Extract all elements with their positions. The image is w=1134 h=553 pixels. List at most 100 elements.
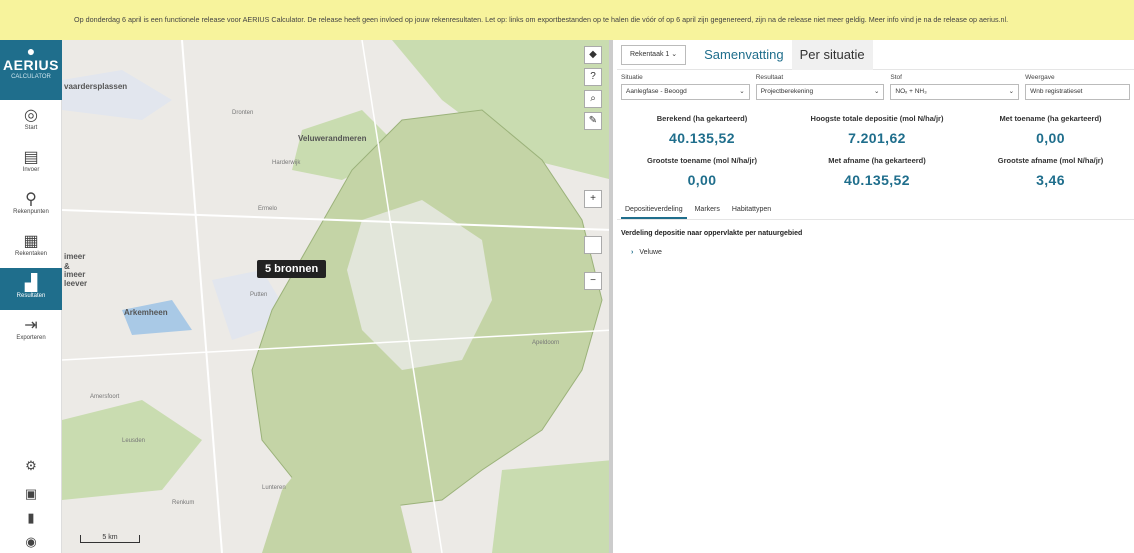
tree-item-veluwe[interactable]: › Veluwe <box>617 249 1134 256</box>
start-icon: ◎ <box>24 107 38 124</box>
stat-label: Grootste afname (mol N/ha/jr) <box>997 156 1104 165</box>
nav-label: Resultaten <box>16 293 46 299</box>
summary-stats: Berekend (ha gekarteerd) 40.135,52 Hoogst… <box>617 114 1134 198</box>
nav-label: Rekenpunten <box>13 209 49 215</box>
map-label: Renkum <box>172 500 195 506</box>
map-label: Leusden <box>122 438 146 444</box>
stat-grootste-afname: Grootste afname (mol N/ha/jr) 3,46 <box>967 156 1134 188</box>
zoom-out-button[interactable]: − <box>584 272 602 290</box>
tab-per-situatie[interactable]: Per situatie <box>791 39 873 70</box>
filter-weergave: Weergave Wnb registratieset <box>1025 74 1130 100</box>
chevron-down-icon: ⌄ <box>739 88 745 95</box>
nav-label: Start <box>24 125 38 131</box>
map-label: vaardersplassen <box>64 82 128 91</box>
settings-gear-icon[interactable]: ⚙ <box>0 458 62 474</box>
nav-rekenpunten[interactable]: ⚲ Rekenpunten <box>0 184 62 226</box>
stat-value: 0,00 <box>687 172 717 188</box>
scale-bar: 5 km <box>80 534 140 543</box>
map-label: Ermelo <box>258 206 278 212</box>
zoom-in-button[interactable]: + <box>584 190 602 208</box>
map-label: Harderwijk <box>272 160 301 166</box>
stof-select[interactable]: NOₓ + NH₃ ⌄ <box>890 84 1020 100</box>
map-label: Lunteren <box>262 485 286 491</box>
situatie-select[interactable]: Aanlegfase - Beoogd ⌄ <box>621 84 750 100</box>
stat-grootste-toename: Grootste toename (mol N/ha/jr) 0,00 <box>617 156 787 188</box>
select-value: Aanlegfase - Beoogd <box>626 88 687 95</box>
chevron-down-icon: ⌄ <box>873 88 880 95</box>
map-label: Apeldoorn <box>532 340 560 346</box>
filter-label: Stof <box>890 74 902 81</box>
filter-bar: Situatie Aanlegfase - Beoogd ⌄ Resultaat … <box>617 70 1134 100</box>
screen-icon[interactable]: ▣ <box>0 486 62 502</box>
nav-exporteren[interactable]: ⇥ Exporteren <box>0 310 62 352</box>
weergave-select[interactable]: Wnb registratieset <box>1025 84 1130 100</box>
subtab-habitattypen[interactable]: Habitattypen <box>728 202 775 219</box>
measure-ruler-icon[interactable]: ✎ <box>584 112 602 130</box>
results-chart-icon: ▟ <box>24 275 38 292</box>
rekentaak-value: Rekentaak 1 <box>630 50 670 58</box>
stat-berekend: Berekend (ha gekarteerd) 40.135,52 <box>617 114 787 146</box>
logo-drop-icon: ● <box>26 43 36 59</box>
chevron-down-icon: ⌄ <box>1008 88 1015 95</box>
nav-invoer[interactable]: ▤ Invoer <box>0 142 62 184</box>
stat-value: 7.201,62 <box>848 130 906 146</box>
aerius-logo[interactable]: ● AERIUS CALCULATOR <box>0 40 62 100</box>
subtab-markers[interactable]: Markers <box>691 202 724 219</box>
nav-resultaten[interactable]: ▟ Resultaten <box>0 268 62 310</box>
nav-rekentaken[interactable]: ▦ Rekentaken <box>0 226 62 268</box>
zoom-slider[interactable] <box>584 236 602 254</box>
filter-situatie: Situatie Aanlegfase - Beoogd ⌄ <box>621 74 750 100</box>
filter-label: Resultaat <box>755 74 784 81</box>
select-value: Projectberekening <box>760 88 814 95</box>
calculator-icon: ▦ <box>23 233 39 250</box>
select-value: Wnb registratieset <box>1030 88 1083 95</box>
stat-label: Grootste toename (mol N/ha/jr) <box>646 156 757 165</box>
logo-sub: CALCULATOR <box>11 74 51 80</box>
stat-value: 0,00 <box>1036 130 1065 146</box>
map-label: Putten <box>250 292 268 298</box>
nav-label: Exporteren <box>16 335 46 341</box>
stat-value: 40.135,52 <box>669 130 735 146</box>
release-banner: Op donderdag 6 april is een functionele … <box>0 0 1134 40</box>
map-label: imeer <box>64 270 86 279</box>
detail-subtabs: Depositieverdeling Markers Habitattypen <box>617 202 1134 220</box>
search-icon[interactable]: ⌕ <box>584 90 602 108</box>
stat-value: 40.135,52 <box>844 172 910 188</box>
filter-resultaat: Resultaat Projectberekening ⌄ <box>755 74 885 100</box>
map-label: leever <box>64 279 88 288</box>
map-canvas <box>62 40 609 553</box>
nav-start[interactable]: ◎ Start <box>0 100 62 142</box>
map-label: Arkemheen <box>124 308 168 317</box>
rekentaak-select[interactable]: Rekentaak 1 ⌄ <box>621 44 687 65</box>
stat-label: Met toename (ha gekarteerd) <box>999 114 1102 123</box>
stat-hoogste-depositie: Hoogste totale depositie (mol N/ha/jr) 7.… <box>787 114 967 146</box>
map-view[interactable]: vaardersplassen Veluwerandmeren Arkemhee… <box>62 40 613 553</box>
sidebar: ● AERIUS CALCULATOR ◎ Start ▤ Invoer ⚲ Reke… <box>0 40 62 553</box>
tree-item-label: Veluwe <box>639 249 662 256</box>
nav-label: Invoer <box>22 167 40 173</box>
map-label: Amersfoort <box>90 394 120 400</box>
stat-value: 3,46 <box>1036 172 1065 188</box>
tab-samenvatting[interactable]: Samenvatting <box>696 40 792 70</box>
book-icon[interactable]: ▮ <box>0 510 62 526</box>
location-pin-icon: ⚲ <box>25 191 37 208</box>
layers-icon[interactable]: ◆ <box>584 46 602 64</box>
sources-tooltip[interactable]: 5 bronnen <box>257 260 327 278</box>
subtab-depositieverdeling[interactable]: Depositieverdeling <box>621 202 687 219</box>
stat-label: Hoogste totale depositie (mol N/ha/jr) <box>810 114 944 123</box>
filter-label: Weergave <box>1025 74 1055 81</box>
map-label: Veluwerandmeren <box>298 134 367 143</box>
language-globe-icon[interactable]: ◉ <box>0 534 62 550</box>
map-label: Dronten <box>232 110 254 116</box>
info-icon[interactable]: ? <box>584 68 602 86</box>
nav-label: Rekentaken <box>14 251 48 257</box>
map-label: imeer <box>64 252 86 261</box>
results-panel: Rekentaak 1 ⌄ Samenvatting Per situatie … <box>617 39 1134 553</box>
chevron-right-icon: › <box>631 249 634 256</box>
resultaat-select[interactable]: Projectberekening ⌄ <box>755 84 885 100</box>
select-value: NOₓ + NH₃ <box>895 88 927 95</box>
stat-met-afname: Met afname (ha gekarteerd) 40.135,52 <box>787 156 967 188</box>
stat-label: Met afname (ha gekarteerd) <box>828 156 926 165</box>
stat-label: Berekend (ha gekarteerd) <box>656 114 748 123</box>
clipboard-icon: ▤ <box>23 149 39 166</box>
